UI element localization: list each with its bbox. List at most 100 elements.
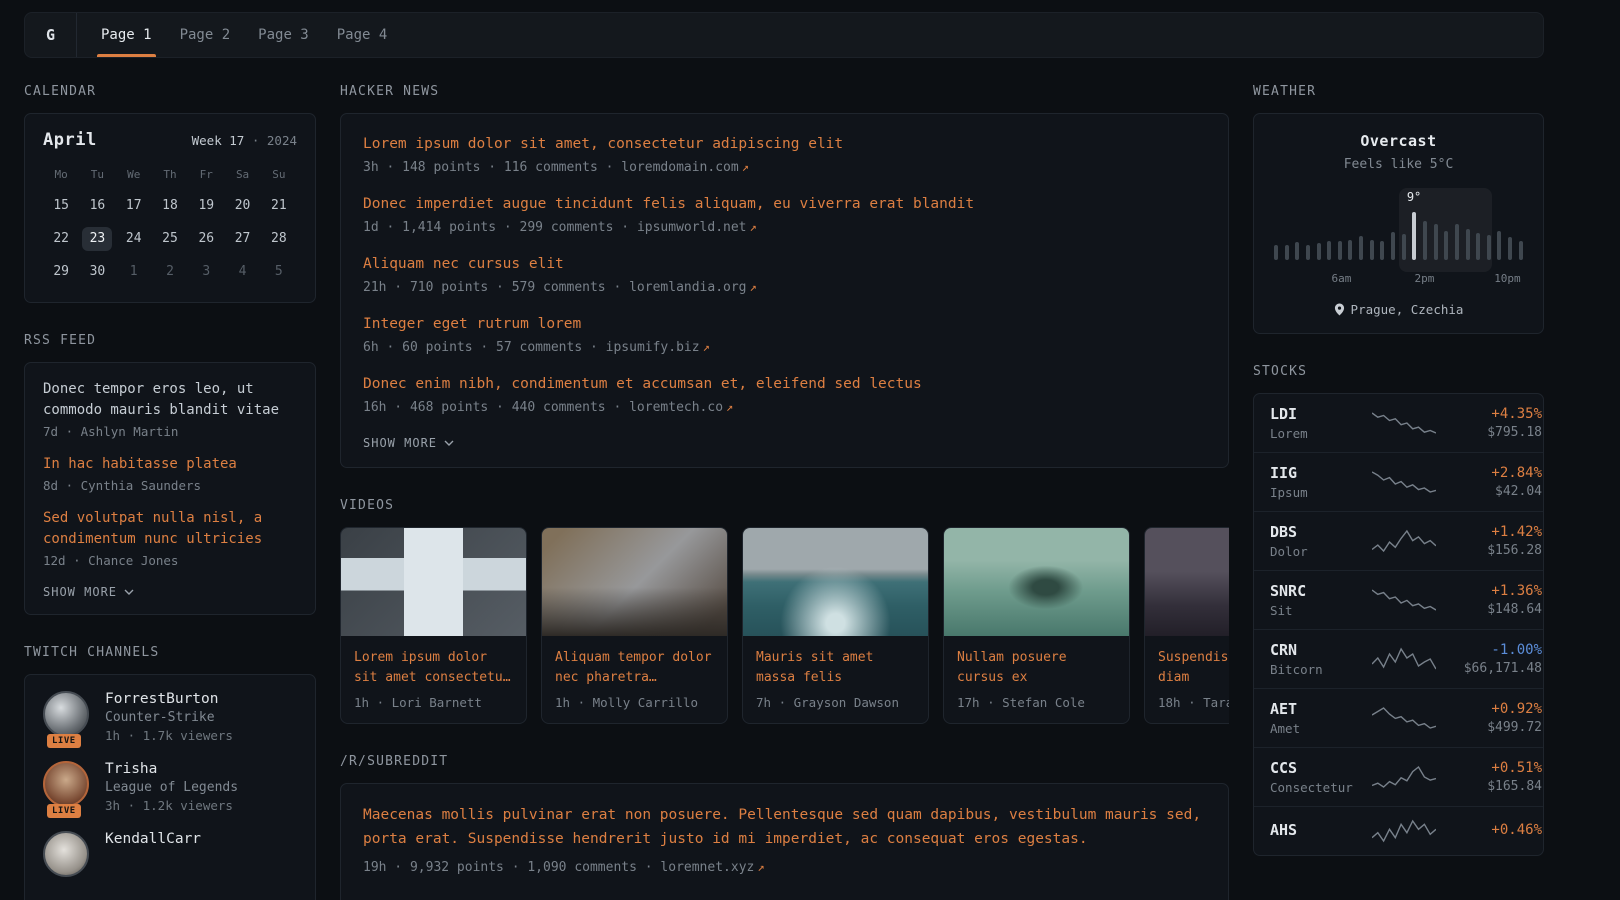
calendar-grid: Mo Tu We Th Fr Sa Su 15 16 17 18 19 20 2… xyxy=(43,168,297,284)
live-badge: LIVE xyxy=(47,734,81,748)
hn-item-domain-link[interactable]: loremlandia.org↗ xyxy=(629,280,757,295)
weather-section: WEATHER Overcast Feels like 5°C 9° 6am2p… xyxy=(1253,84,1544,334)
stock-row: LDILorem +4.35%$795.18 xyxy=(1254,394,1543,452)
video-title-link[interactable]: Aliquam tempor dolor nec pharetra… xyxy=(555,648,714,687)
avatar xyxy=(43,761,89,807)
stock-name: Ipsum xyxy=(1270,485,1362,500)
stocks-widget: LDILorem +4.35%$795.18 IIGIpsum +2.84%$4… xyxy=(1253,393,1544,856)
twitch-section: TWITCH CHANNELS LIVE ForrestBurton Count… xyxy=(24,645,316,900)
stock-price: $66,171.48 xyxy=(1446,661,1542,676)
video-title-link[interactable]: Mauris sit amet massa felis xyxy=(756,648,915,687)
reddit-post-link[interactable]: Maecenas mollis pulvinar erat non posuer… xyxy=(363,804,1206,852)
tab-page-4[interactable]: Page 4 xyxy=(323,13,402,57)
hn-item: Integer eget rutrum lorem 6h · 60 points… xyxy=(363,314,1206,355)
hacker-news-section-title: HACKER NEWS xyxy=(340,84,1229,99)
calendar-day: 27 xyxy=(228,227,258,251)
hn-item-link[interactable]: Integer eget rutrum lorem xyxy=(363,314,1206,335)
calendar-day-next-month: 5 xyxy=(264,260,294,284)
calendar-day-next-month: 3 xyxy=(191,260,221,284)
twitch-channel-name[interactable]: Trisha xyxy=(105,761,238,777)
stock-row: CCSConsectetur +0.51%$165.84 xyxy=(1254,747,1543,806)
stock-sparkline xyxy=(1372,587,1436,613)
rss-item: Donec tempor eros leo, ut commodo mauris… xyxy=(43,379,297,439)
video-thumbnail[interactable] xyxy=(341,528,526,636)
calendar-week-info: Week 17 · 2024 xyxy=(192,133,297,148)
calendar-day: 17 xyxy=(119,194,149,218)
reddit-post-domain-link[interactable]: loremnet.xyz↗ xyxy=(660,860,764,875)
video-meta: 7h · Grayson Dawson xyxy=(756,695,915,710)
hn-item-domain-link[interactable]: loremdomain.com↗ xyxy=(621,160,749,175)
hn-item: Aliquam nec cursus elit 21h · 710 points… xyxy=(363,254,1206,295)
hn-item-meta: 1d · 1,414 points · 299 comments · ipsum… xyxy=(363,220,1206,235)
avatar xyxy=(43,831,89,877)
hn-item-domain-link[interactable]: ipsumworld.net↗ xyxy=(637,220,757,235)
reddit-post-meta: 19h · 9,932 points · 1,090 comments · lo… xyxy=(363,860,1206,875)
tab-page-1[interactable]: Page 1 xyxy=(87,13,166,57)
twitch-channel-name[interactable]: ForrestBurton xyxy=(105,691,233,707)
rss-show-more-button[interactable]: SHOW MORE xyxy=(43,585,134,599)
external-link-icon: ↗ xyxy=(750,220,757,234)
rss-item-link[interactable]: In hac habitasse platea xyxy=(43,454,297,475)
hn-item-meta: 6h · 60 points · 57 comments · ipsumify.… xyxy=(363,340,1206,355)
weather-hourly-chart: 9° 6am2pm10pm xyxy=(1274,194,1523,286)
calendar-day: 15 xyxy=(46,194,76,218)
external-link-icon: ↗ xyxy=(726,400,733,414)
calendar-day: 16 xyxy=(82,194,112,218)
calendar-dow: Su xyxy=(261,168,297,185)
video-card: Lorem ipsum dolor sit amet consectetu… 1… xyxy=(340,527,527,724)
hn-item-link[interactable]: Donec imperdiet augue tincidunt felis al… xyxy=(363,194,1206,215)
hn-item-link[interactable]: Aliquam nec cursus elit xyxy=(363,254,1206,275)
calendar-day: 24 xyxy=(119,227,149,251)
calendar-widget: April Week 17 · 2024 Mo Tu We Th Fr Sa S xyxy=(24,113,316,303)
stock-symbol: IIG xyxy=(1270,464,1362,482)
subreddit-section: /R/SUBREDDIT Maecenas mollis pulvinar er… xyxy=(340,754,1229,900)
video-thumbnail[interactable] xyxy=(743,528,928,636)
rss-item-meta: 12d · Chance Jones xyxy=(43,553,297,568)
stock-row: CRNBitcorn -1.00%$66,171.48 xyxy=(1254,629,1543,688)
stock-symbol: CRN xyxy=(1270,641,1362,659)
tab-page-3[interactable]: Page 3 xyxy=(244,13,323,57)
left-column: CALENDAR April Week 17 · 2024 Mo Tu We T… xyxy=(24,84,316,900)
rss-section-title: RSS FEED xyxy=(24,333,316,348)
stock-price: $165.84 xyxy=(1446,779,1542,794)
calendar-day-next-month: 4 xyxy=(228,260,258,284)
twitch-avatar-wrap: LIVE xyxy=(43,761,91,813)
video-thumbnail[interactable] xyxy=(1145,528,1229,636)
twitch-channel-item[interactable]: LIVE Trisha League of Legends 3h · 1.2k … xyxy=(43,761,297,813)
twitch-channel-item[interactable]: LIVE ForrestBurton Counter-Strike 1h · 1… xyxy=(43,691,297,743)
twitch-channel-category: League of Legends xyxy=(105,780,238,795)
videos-section: VIDEOS Lorem ipsum dolor sit amet consec… xyxy=(340,498,1229,724)
chevron-down-icon xyxy=(444,440,454,446)
weather-feels-like: Feels like 5°C xyxy=(1272,157,1525,172)
stock-price: $156.28 xyxy=(1446,543,1542,558)
calendar-day: 19 xyxy=(191,194,221,218)
app-logo[interactable]: G xyxy=(25,13,77,57)
tab-page-2[interactable]: Page 2 xyxy=(166,13,245,57)
twitch-channel-name[interactable]: KendallCarr xyxy=(105,831,201,847)
video-thumbnail[interactable] xyxy=(542,528,727,636)
video-title-link[interactable]: Nullam posuere cursus ex xyxy=(957,648,1116,687)
stock-sparkline xyxy=(1372,410,1436,436)
stock-symbol: CCS xyxy=(1270,759,1362,777)
hn-show-more-button[interactable]: SHOW MORE xyxy=(363,436,454,450)
stock-sparkline xyxy=(1372,469,1436,495)
twitch-channel-item[interactable]: KendallCarr xyxy=(43,831,297,877)
video-thumbnail[interactable] xyxy=(944,528,1129,636)
hn-item-domain-link[interactable]: loremtech.co↗ xyxy=(629,400,733,415)
rss-item-link[interactable]: Sed volutpat nulla nisl, a condimentum n… xyxy=(43,508,297,550)
calendar-section-title: CALENDAR xyxy=(24,84,316,99)
weather-condition: Overcast xyxy=(1272,132,1525,150)
rss-item-link[interactable]: Donec tempor eros leo, ut commodo mauris… xyxy=(43,379,297,421)
stock-name: Consectetur xyxy=(1270,780,1362,795)
rss-item-meta: 7d · Ashlyn Martin xyxy=(43,424,297,439)
hn-item-link[interactable]: Lorem ipsum dolor sit amet, consectetur … xyxy=(363,134,1206,155)
stock-sparkline xyxy=(1372,528,1436,554)
hn-item-link[interactable]: Donec enim nibh, condimentum et accumsan… xyxy=(363,374,1206,395)
location-pin-icon xyxy=(1334,303,1345,316)
chevron-down-icon xyxy=(124,589,134,595)
stock-row: SNRCSit +1.36%$148.64 xyxy=(1254,570,1543,629)
video-title-link[interactable]: Lorem ipsum dolor sit amet consectetu… xyxy=(354,648,513,687)
video-title-link[interactable]: Suspendisse diam xyxy=(1158,648,1229,687)
calendar-day: 21 xyxy=(264,194,294,218)
hn-item-domain-link[interactable]: ipsumify.biz↗ xyxy=(606,340,710,355)
